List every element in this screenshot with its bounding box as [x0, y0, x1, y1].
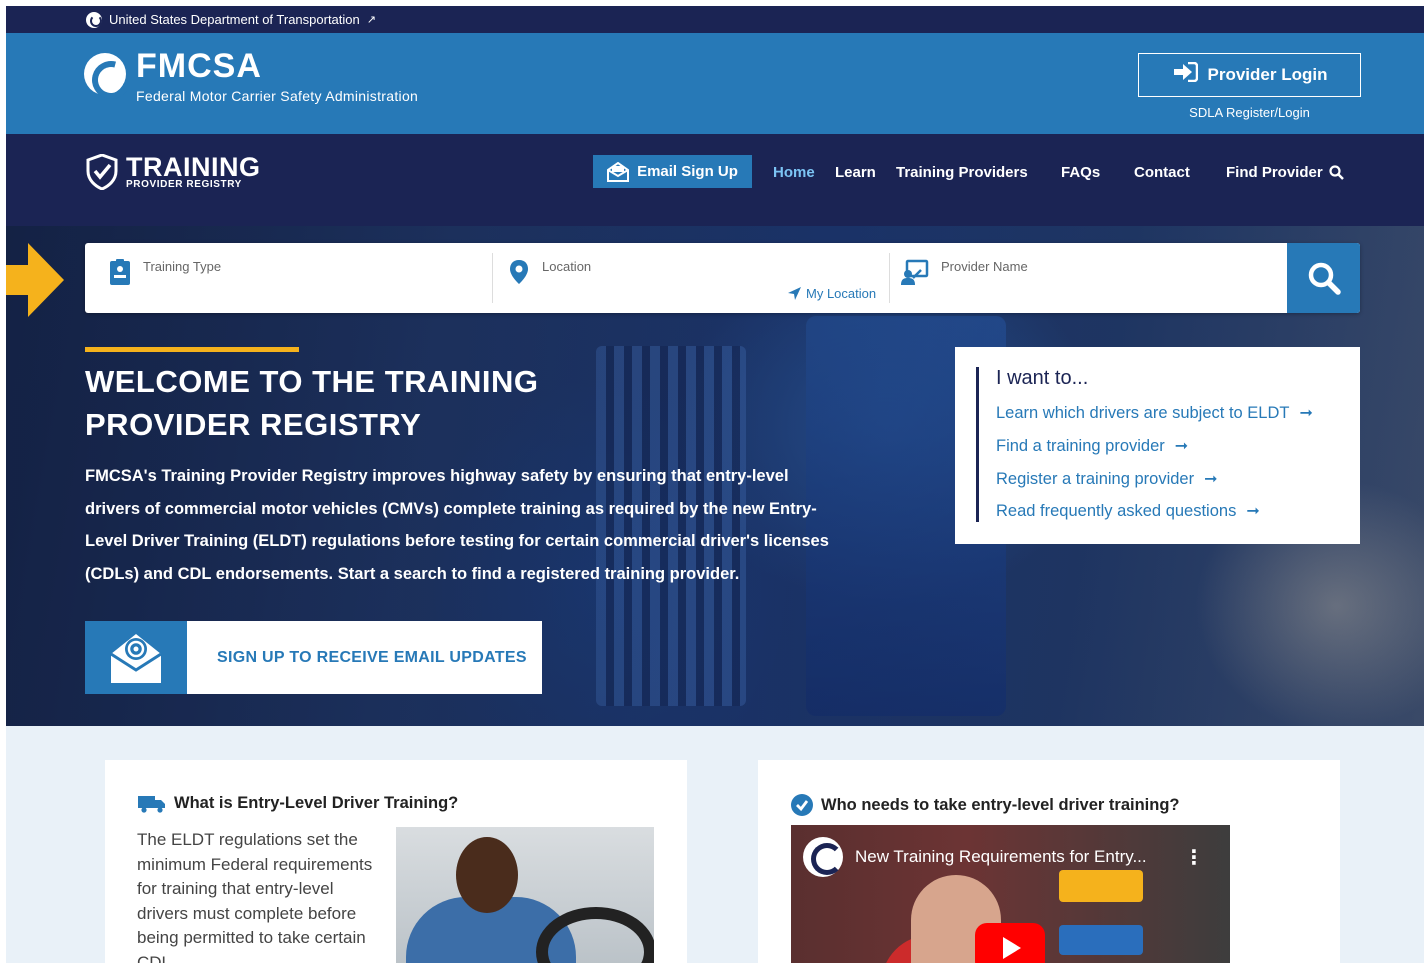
- i-want-to-panel: I want to... Learn which drivers are sub…: [955, 347, 1360, 544]
- site-subtitle: Federal Motor Carrier Safety Administrat…: [136, 88, 419, 104]
- search-button[interactable]: [1287, 243, 1360, 313]
- i-want-to-title: I want to...: [996, 367, 1089, 389]
- search-bar: Training Type Location My Location Provi…: [85, 243, 1360, 313]
- training-type-field[interactable]: Training Type: [109, 243, 489, 313]
- iwant-link-register-provider[interactable]: Register a training provider ➞: [996, 469, 1218, 489]
- card1-text: The ELDT regulations set the minimum Fed…: [137, 830, 373, 963]
- driver-photo: [396, 827, 654, 963]
- hero-title: WELCOME TO THE TRAINING PROVIDER REGISTR…: [85, 364, 539, 442]
- nav-faqs[interactable]: FAQs: [1061, 164, 1100, 181]
- play-button[interactable]: [975, 923, 1045, 963]
- card2-title: Who needs to take entry-level driver tra…: [791, 794, 1180, 816]
- video-menu-icon[interactable]: ⋮: [1184, 845, 1204, 870]
- my-location-button[interactable]: My Location: [788, 286, 876, 301]
- who-needs-training-card: Who needs to take entry-level driver tra…: [758, 760, 1340, 963]
- site-title[interactable]: FMCSA: [136, 47, 262, 86]
- location-arrow-icon: [788, 287, 801, 300]
- sdla-link[interactable]: SDLA Register/Login: [1138, 105, 1361, 120]
- channel-logo-icon[interactable]: [803, 837, 843, 877]
- iwant-link-eldt[interactable]: Learn which drivers are subject to ELDT ➞: [996, 403, 1313, 423]
- map-pin-icon: [510, 260, 528, 284]
- training-type-placeholder: Training Type: [143, 259, 222, 274]
- search-icon: [1308, 262, 1341, 295]
- site-header: FMCSA Federal Motor Carrier Safety Admin…: [6, 33, 1424, 134]
- arrow-right-icon: ➞: [1299, 405, 1313, 422]
- truck-icon: [138, 795, 165, 813]
- email-at-icon: [110, 633, 162, 683]
- dot-logo-icon: [86, 11, 102, 28]
- video-title[interactable]: New Training Requirements for Entry...: [855, 847, 1147, 867]
- hero-accent-line: [85, 347, 299, 352]
- eldt-info-card: What is Entry-Level Driver Training? The…: [105, 760, 687, 963]
- email-signup-button[interactable]: Email Sign Up: [593, 155, 752, 188]
- login-arrow-icon: [1172, 61, 1198, 88]
- nav-find-provider-label: Find Provider: [1226, 164, 1323, 181]
- nav-find-provider[interactable]: Find Provider: [1226, 164, 1344, 181]
- tpr-logo-big: TRAINING: [126, 151, 261, 182]
- video-player[interactable]: New Training Requirements for Entry... ⋮: [791, 825, 1230, 963]
- tpr-logo[interactable]: TRAINING PROVIDER REGISTRY: [86, 151, 261, 190]
- page: United States Department of Transportati…: [6, 6, 1424, 963]
- nav-contact[interactable]: Contact: [1134, 164, 1190, 181]
- dot-link-text: United States Department of Transportati…: [109, 12, 360, 27]
- nav-learn[interactable]: Learn: [835, 164, 876, 181]
- external-link-icon: ↗: [366, 14, 376, 26]
- tpr-logo-small: PROVIDER REGISTRY: [126, 178, 242, 190]
- nav-home[interactable]: Home: [773, 164, 815, 181]
- iwant-link-faqs[interactable]: Read frequently asked questions ➞: [996, 501, 1260, 521]
- email-signup-label: Email Sign Up: [637, 163, 738, 180]
- gov-bar: United States Department of Transportati…: [6, 6, 1424, 33]
- envelope-icon: [607, 161, 630, 182]
- shield-check-icon: [86, 154, 118, 190]
- iwant-link-find-provider[interactable]: Find a training provider ➞: [996, 436, 1188, 456]
- arrow-right-icon: ➞: [1174, 438, 1189, 455]
- main-nav: TRAINING PROVIDER REGISTRY Email Sign Up…: [6, 134, 1424, 226]
- fmcsa-logo-icon[interactable]: [84, 53, 126, 95]
- location-placeholder: Location: [542, 259, 592, 274]
- arrow-right-icon: ➞: [1246, 503, 1260, 520]
- email-updates-signup[interactable]: SIGN UP TO RECEIVE EMAIL UPDATES: [85, 621, 542, 694]
- check-circle-icon: [791, 794, 813, 816]
- provider-name-placeholder: Provider Name: [941, 259, 1028, 274]
- bus-icon: [1059, 925, 1143, 955]
- hero-description: FMCSA's Training Provider Registry impro…: [85, 467, 829, 584]
- clipboard-icon: [110, 259, 130, 285]
- card1-title: What is Entry-Level Driver Training?: [138, 794, 458, 813]
- search-icon: [1329, 165, 1344, 180]
- arrow-pointer-icon: [6, 243, 64, 317]
- school-bus-icon: [1059, 870, 1143, 902]
- provider-login-label: Provider Login: [1207, 65, 1328, 84]
- nav-training-providers[interactable]: Training Providers: [896, 164, 1028, 181]
- provider-name-field[interactable]: Provider Name: [901, 243, 1281, 313]
- provider-login-button[interactable]: Provider Login: [1138, 53, 1361, 97]
- instructor-icon: [901, 259, 929, 285]
- location-field[interactable]: Location: [508, 243, 878, 313]
- arrow-right-icon: ➞: [1204, 471, 1218, 488]
- email-updates-label: SIGN UP TO RECEIVE EMAIL UPDATES: [217, 648, 527, 666]
- hero: Training Type Location My Location Provi…: [6, 226, 1424, 726]
- my-location-label: My Location: [806, 286, 877, 301]
- dot-link[interactable]: United States Department of Transportati…: [86, 11, 376, 28]
